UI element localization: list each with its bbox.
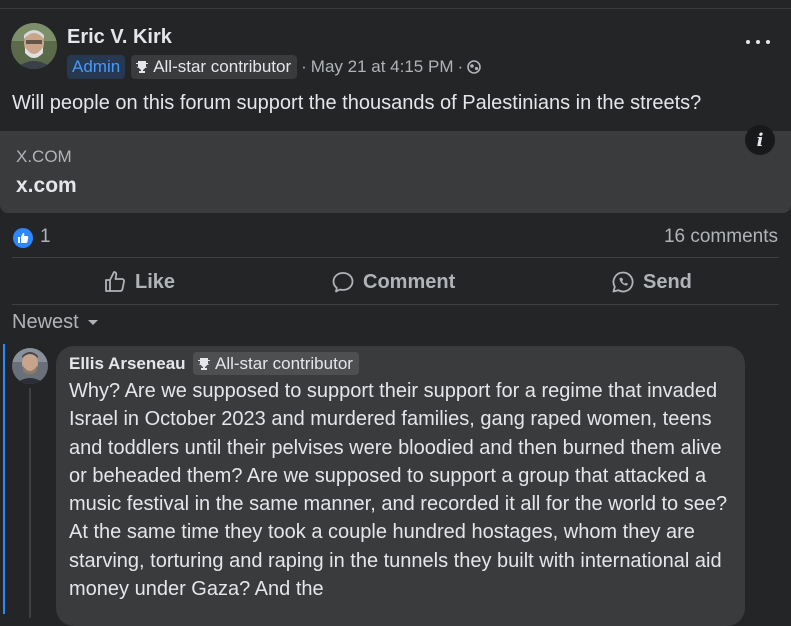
trophy-icon — [198, 357, 210, 370]
link-preview-card[interactable]: X.COM x.com — [0, 131, 791, 213]
sort-dropdown[interactable]: Newest — [12, 311, 99, 334]
thumbs-up-icon — [105, 271, 125, 292]
post-author-name[interactable]: Eric V. Kirk — [67, 26, 172, 49]
post-text: Will people on this forum support the th… — [12, 92, 702, 114]
info-icon[interactable]: i — [745, 125, 775, 155]
all-star-badge-label: All-star contributor — [153, 57, 292, 76]
sort-label: Newest — [12, 311, 79, 333]
commenter-all-star-badge[interactable]: All-star contributor — [193, 352, 359, 375]
actions-divider-top — [12, 257, 779, 258]
commenter-badge-label: All-star contributor — [215, 353, 353, 373]
commenter-avatar[interactable] — [12, 348, 48, 384]
like-reaction-icon[interactable] — [13, 228, 33, 248]
caret-down-icon — [87, 319, 98, 325]
thread-highlight-line — [3, 344, 5, 614]
all-star-badge[interactable]: All-star contributor — [131, 55, 298, 79]
link-domain: X.COM — [16, 147, 72, 166]
commenter-name[interactable]: Ellis Arseneau — [69, 354, 186, 374]
admin-badge[interactable]: Admin — [67, 55, 126, 79]
globe-icon — [467, 60, 481, 74]
actions-divider-bottom — [12, 304, 779, 305]
post-meta: Admin All-star contributor · May 21 at 4… — [67, 55, 481, 79]
meta-separator-2: · — [457, 57, 464, 76]
comment-text: Why? Are we supposed to support their su… — [69, 380, 728, 601]
top-divider — [0, 8, 791, 9]
reply-thread-line — [29, 388, 31, 618]
like-button-label: Like — [135, 270, 176, 293]
more-options-icon[interactable] — [746, 33, 770, 51]
comment-button-label: Comment — [363, 270, 456, 293]
author-avatar[interactable] — [11, 23, 57, 69]
meta-separator: · — [301, 57, 307, 76]
trophy-icon — [136, 61, 149, 73]
link-title[interactable]: x.com — [16, 174, 77, 198]
send-button-label: Send — [643, 270, 692, 293]
comments-count[interactable]: 16 comments — [664, 226, 778, 248]
post-timestamp[interactable]: May 21 at 4:15 PM — [311, 57, 454, 77]
comment-bubble-icon — [332, 272, 354, 293]
whatsapp-icon — [612, 271, 634, 293]
reactions-count[interactable]: 1 — [40, 226, 51, 248]
send-button[interactable]: Send — [611, 268, 692, 296]
like-button[interactable]: Like — [103, 268, 175, 296]
comment-button[interactable]: Comment — [331, 268, 455, 296]
